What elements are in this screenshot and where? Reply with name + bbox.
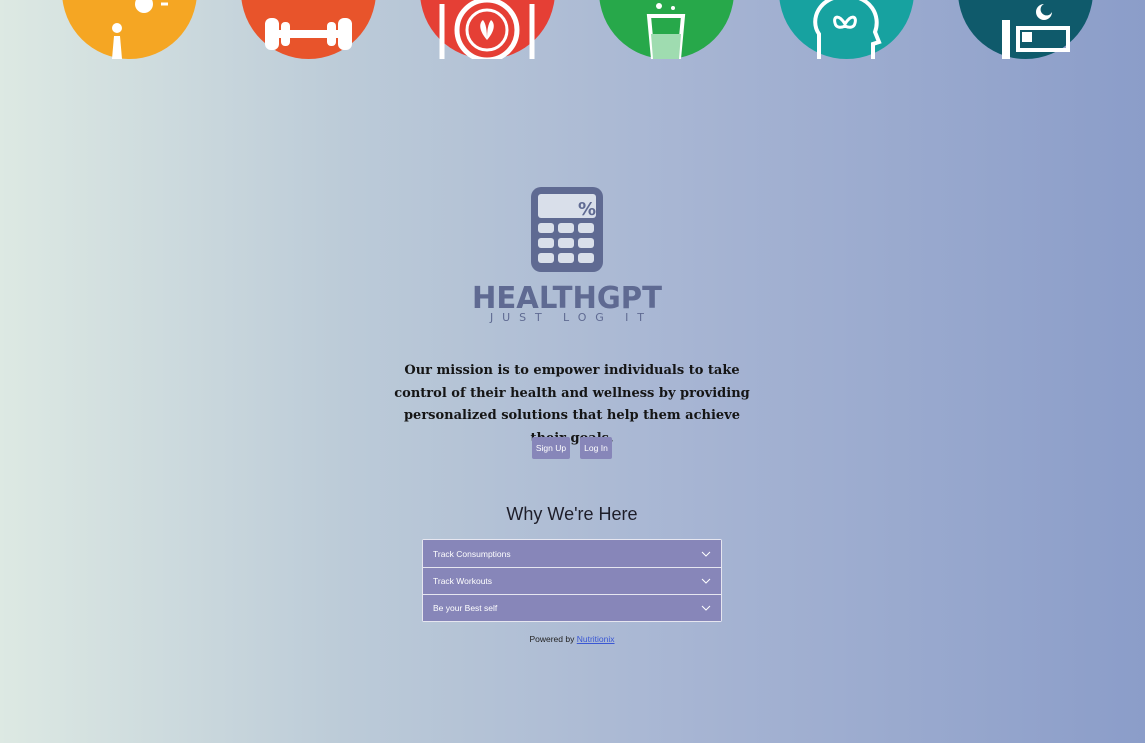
chevron-down-icon	[701, 578, 711, 584]
accordion-item-label: Be your Best self	[433, 603, 498, 613]
calculator-icon: %	[531, 187, 603, 272]
sign-up-button[interactable]: Sign Up	[532, 437, 570, 459]
accordion-item-label: Track Consumptions	[433, 548, 511, 559]
logo-symbol: %	[578, 199, 596, 220]
healthgpt-logo: % HEALTHGPT JUST LOG IT	[470, 186, 664, 326]
powered-by-text: Powered by	[529, 634, 575, 644]
accordion-item-best-self[interactable]: Be your Best self	[423, 594, 721, 621]
water-glass-icon	[599, 0, 734, 59]
accordion-item-label: Track Workouts	[433, 576, 493, 586]
log-in-button[interactable]: Log In	[580, 437, 612, 459]
plate-leaf-icon	[420, 0, 555, 59]
mind-butterfly-icon	[779, 0, 914, 59]
sleep-bed-icon	[958, 0, 1093, 59]
header-icon-strip	[0, 0, 1145, 59]
chevron-down-icon	[701, 605, 711, 611]
chevron-down-icon	[701, 551, 711, 557]
nutritionix-link[interactable]: Nutritionix	[577, 634, 615, 644]
accordion-item-track-consumptions[interactable]: Track Consumptions	[423, 540, 721, 567]
dumbbell-icon	[241, 0, 376, 59]
powered-by: Powered by Nutritionix	[472, 634, 672, 644]
why-accordion: Track Consumptions Track Workouts Be you…	[422, 539, 722, 622]
sunny-walk-icon	[62, 0, 197, 59]
accordion-item-track-workouts[interactable]: Track Workouts	[423, 567, 721, 594]
section-title: Why We're Here	[506, 504, 638, 524]
mission-statement: Our mission is to empower individuals to…	[394, 363, 750, 446]
